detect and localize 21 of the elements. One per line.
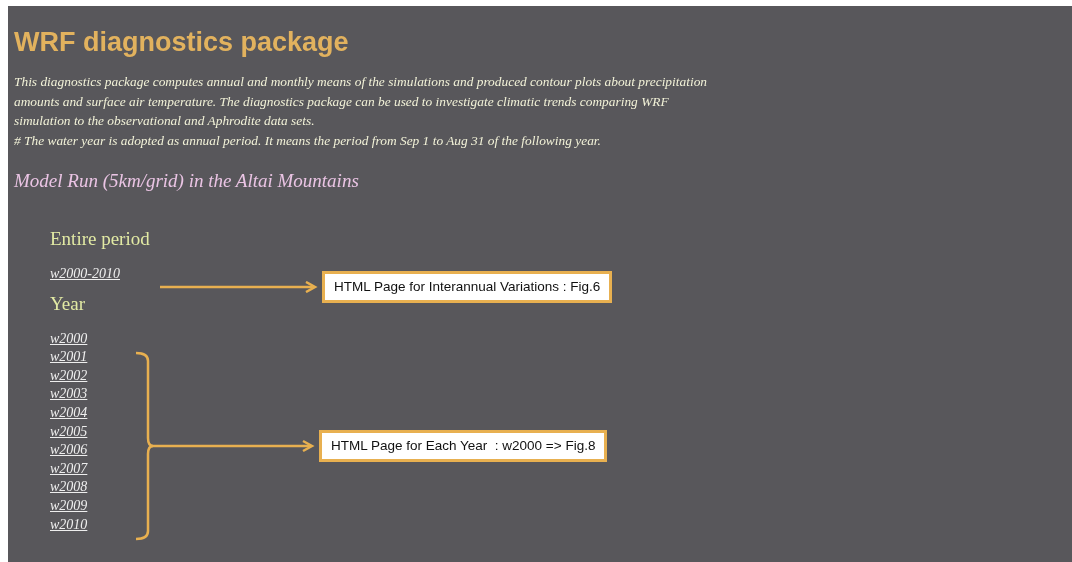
section-title: Model Run (5km/grid) in the Altai Mountains bbox=[14, 169, 360, 193]
intro-text: This diagnostics package computes annual and monthly means of the simulations and produced contour plots about precipitation amounts and surface air temperature. The diagnostics package can be used to investigate climatic trends comparing WRF simulation to the observational and Aphrodite data sets. bbox=[14, 73, 709, 130]
intro-text: # The water year is adopted as annual period. It means the period from Sep 1 to Aug 31 of the following year. bbox=[14, 131, 602, 150]
year-link[interactable]: w2008 bbox=[50, 478, 88, 497]
year-link[interactable]: w2007 bbox=[50, 459, 88, 479]
year-link[interactable]: w2005 bbox=[50, 422, 88, 442]
section-heading: Year bbox=[49, 291, 86, 316]
page-title: WRF diagnostics package bbox=[14, 26, 350, 58]
callout-label: HTML Page for Interannual Variations : Fig.6 bbox=[322, 271, 613, 303]
callout-label: HTML Page for Each Year : w2000 => Fig.8 bbox=[319, 430, 608, 462]
year-link[interactable]: w2003 bbox=[50, 385, 88, 404]
year-link[interactable]: w2004 bbox=[50, 403, 88, 423]
year-link[interactable]: w2000 bbox=[50, 329, 88, 349]
year-link[interactable]: w2002 bbox=[50, 366, 88, 386]
arrow-icon bbox=[160, 281, 320, 293]
year-link[interactable]: w2000-2010 bbox=[50, 265, 120, 284]
section-heading: Entire period bbox=[49, 227, 151, 251]
year-link[interactable]: w2009 bbox=[50, 496, 88, 516]
year-link[interactable]: w2001 bbox=[50, 348, 88, 367]
year-link[interactable]: w2006 bbox=[50, 441, 88, 460]
year-link[interactable]: w2010 bbox=[50, 515, 88, 535]
